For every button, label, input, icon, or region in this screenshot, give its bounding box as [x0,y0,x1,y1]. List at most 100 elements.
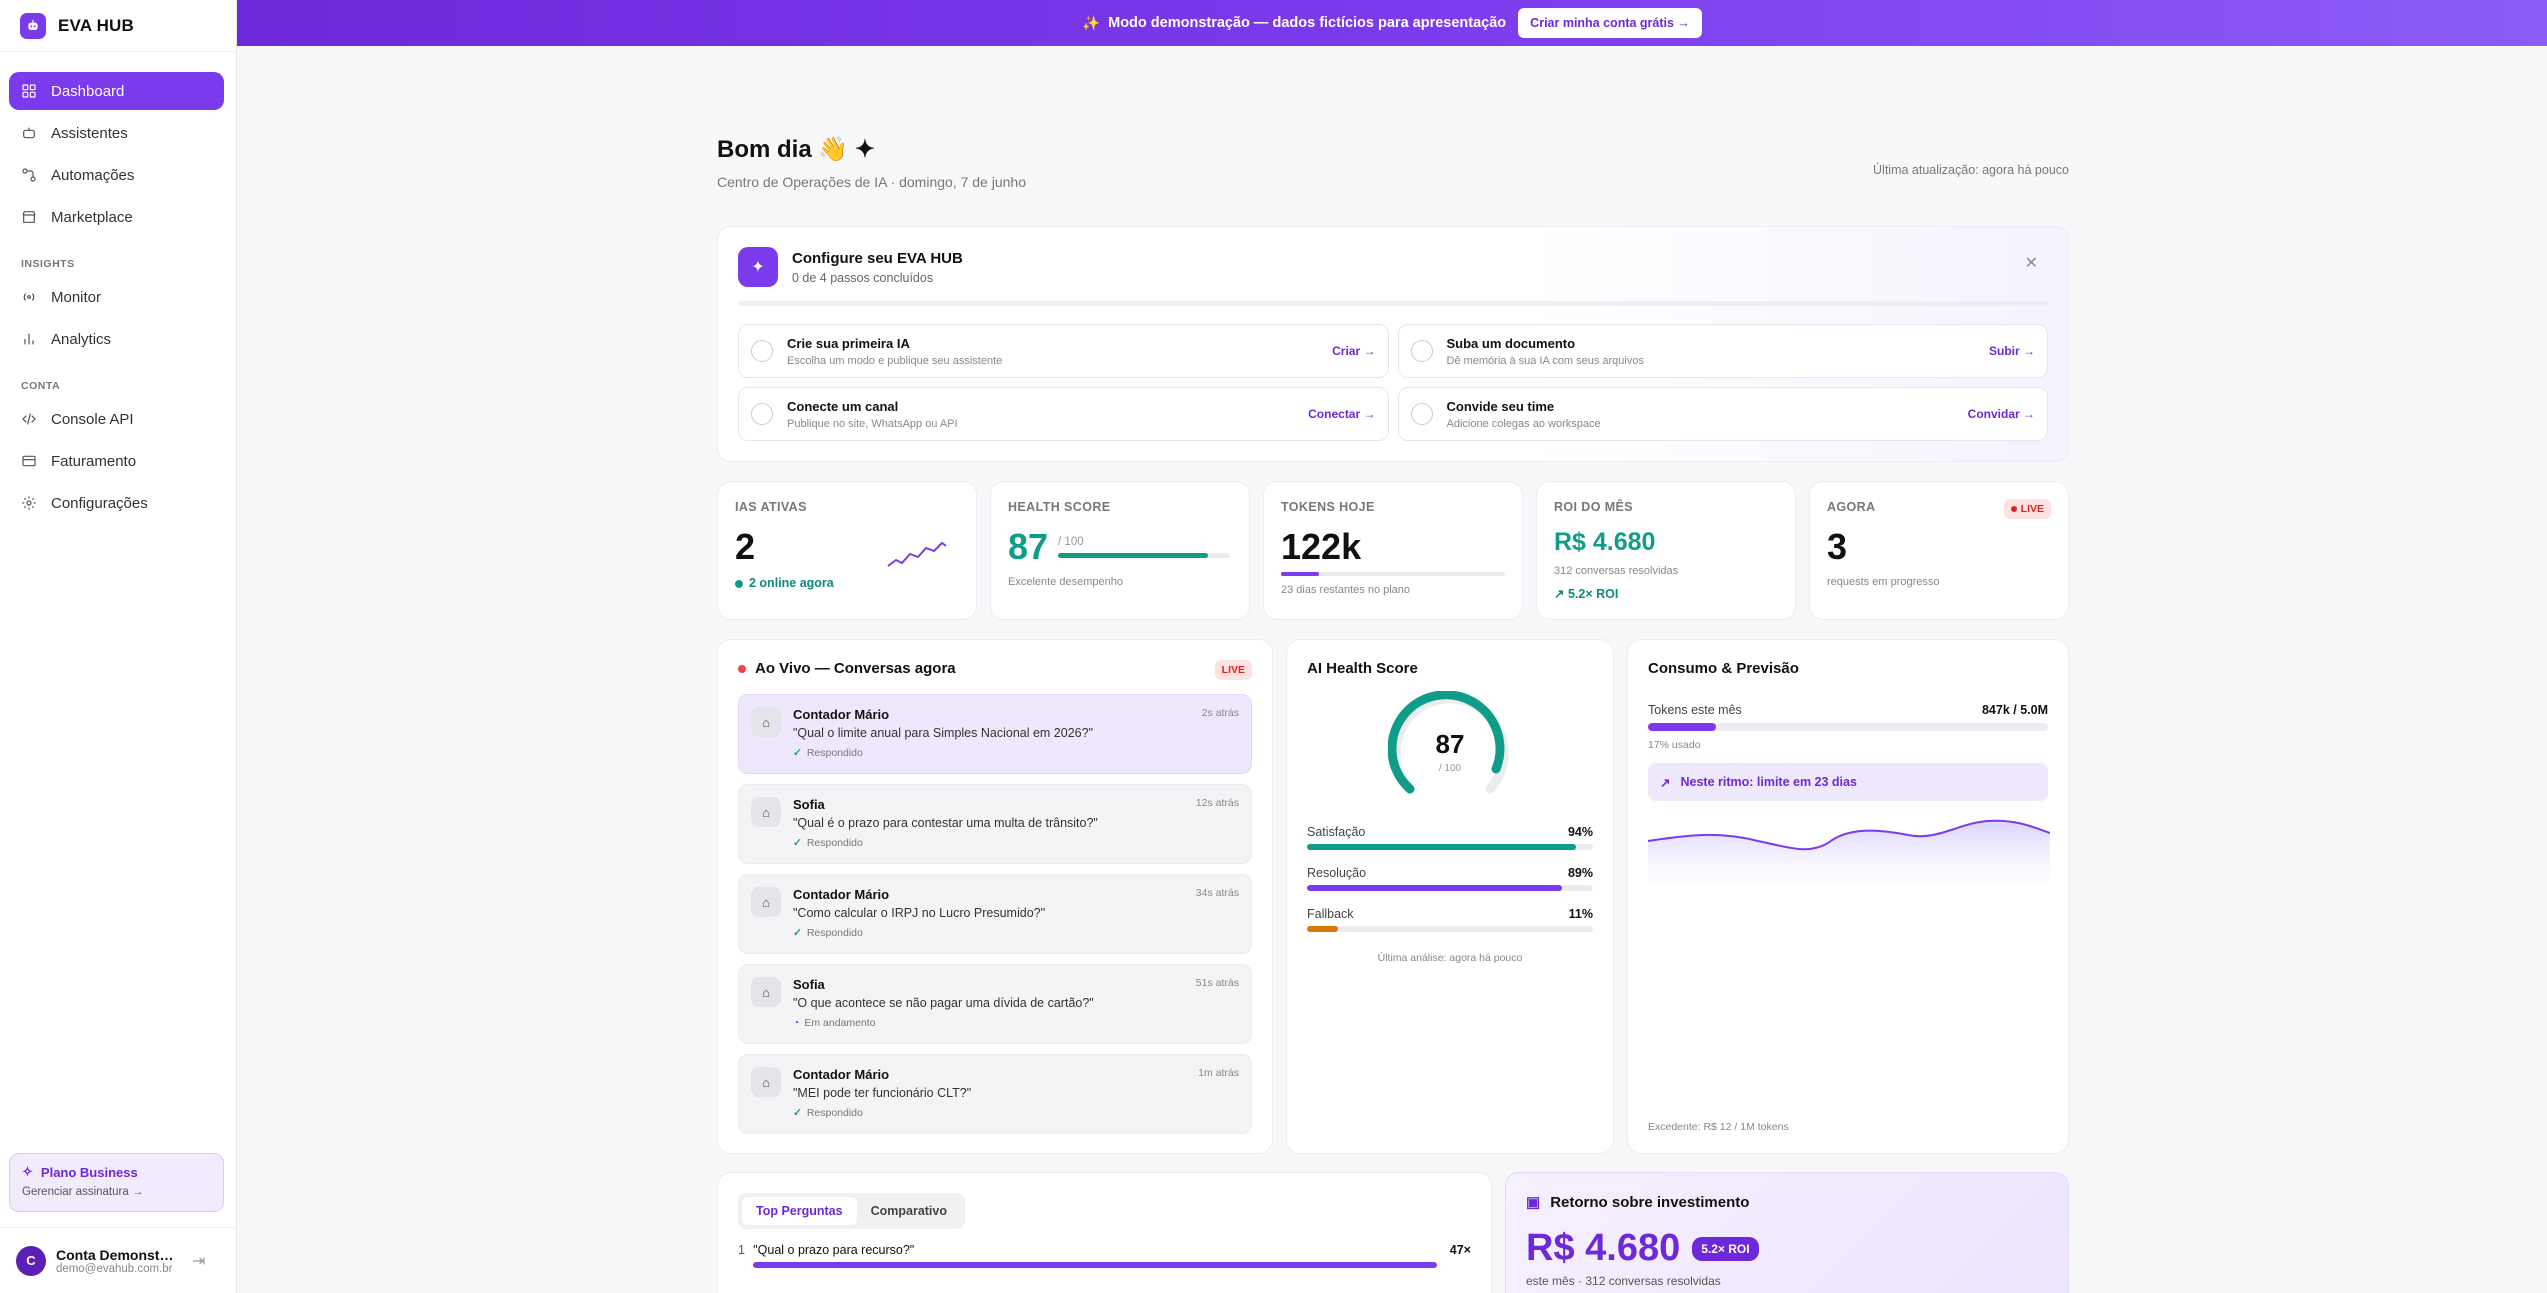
conversation-status: ✓ Respondido [793,747,1093,759]
last-updated: Última atualização: agora há pouco [1873,163,2069,177]
step-action-connect[interactable]: Conectar → [1308,407,1375,421]
usage-used: 17% usado [1648,739,1701,751]
code-icon [22,413,36,425]
conversation-item[interactable]: ⌂ Sofia "O que acontece se não pagar uma… [738,964,1252,1044]
tab-top-perguntas[interactable]: Top Perguntas [742,1197,857,1225]
usage-progress-track [1648,723,2048,731]
sidebar-item-configuracoes[interactable]: Configurações [9,484,224,522]
demo-banner: ✨ Modo demonstração — dados fictícios pa… [237,0,2547,46]
conversation-list: ⌂ Contador Mário "Qual o limite anual pa… [738,694,1252,1134]
conversation-time: 12s atrás [1195,797,1239,809]
conversation-question: "MEI pode ter funcionário CLT?" [793,1086,972,1100]
step-checkbox-icon[interactable] [1410,340,1433,362]
setup-step-connect-channel[interactable]: Conecte um canal Publique no site, Whats… [738,387,1389,441]
step-action-upload[interactable]: Subir → [1989,344,2035,358]
kpi-foot-text: 2 online agora [749,576,834,590]
roi-sub: este mês · 312 conversas resolvidas [1526,1274,1721,1288]
usage-trend-chart [1647,819,2051,885]
sparkline-icon [887,541,947,567]
brand-logo-icon [20,12,46,39]
kpi-foot: 312 conversas resolvidas [1554,565,1679,577]
live-conversations-card: Ao Vivo — Conversas agora LIVE ⌂ Contado… [717,639,1273,1154]
live-title: Ao Vivo — Conversas agora [755,660,956,677]
conversation-item[interactable]: ⌂ Contador Mário "MEI pode ter funcionár… [738,1054,1252,1134]
conversation-status: ✓ Respondido [793,1107,971,1119]
kpi-now[interactable]: AGORA LIVE 3 requests em progresso [1809,481,2069,620]
dashboard-row-2: Ao Vivo — Conversas agora LIVE ⌂ Contado… [717,639,2069,1154]
kpi-label: IAS ATIVAS [735,500,807,514]
live-badge: LIVE [2003,499,2051,519]
step-action-invite[interactable]: Convidar → [1968,407,2035,421]
kpi-value: 87 [1008,526,1049,567]
sidebar-item-marketplace[interactable]: Marketplace [9,198,224,236]
sidebar-item-analytics[interactable]: Analytics [9,320,224,358]
conversation-item[interactable]: ⌂ Sofia "Qual é o prazo para contestar u… [738,784,1252,864]
question-rank: 1 [738,1243,745,1257]
metric-fallback: Fallback 11% [1307,907,1593,932]
conversation-time: 51s atrás [1195,977,1239,989]
setup-step-create-ai[interactable]: Crie sua primeira IA Escolha um modo e p… [738,324,1389,378]
live-badge-text: LIVE [2020,503,2044,515]
question-bar [753,1262,1438,1268]
roi-value: R$ 4.680 [1526,1227,1681,1269]
step-desc: Escolha um modo e publique seu assistent… [787,354,1003,367]
sidebar-item-automacoes[interactable]: Automações [9,156,224,194]
sidebar-item-monitor[interactable]: Monitor [9,278,224,316]
step-title: Suba um documento [1446,335,1576,351]
setup-step-invite-team[interactable]: Convide seu time Adicione colegas ao wor… [1397,387,2048,441]
metric-value: 94% [1567,825,1593,839]
step-desc: Dê memória à sua IA com seus arquivos [1446,354,1644,367]
account-name: Conta Demonstração [56,1246,176,1263]
bot-icon: ⌂ [751,797,781,827]
logout-icon[interactable]: ⇥ [192,1251,205,1271]
step-title: Crie sua primeira IA [787,335,910,351]
step-action-create[interactable]: Criar → [1332,344,1375,358]
health-gauge: 87 / 100 [1307,691,1593,801]
gauge-max: / 100 [1439,763,1462,774]
health-progress-track [1058,553,1231,558]
kpi-row: IAS ATIVAS 2 2 online agora HEALTH SCORE… [717,481,2069,620]
metric-fill [1307,926,1339,932]
brand-name: EVA HUB [58,15,135,35]
conversation-item[interactable]: ⌂ Contador Mário "Como calcular o IRPJ n… [738,874,1252,954]
metric-label: Fallback [1307,907,1354,921]
gauge-svg: 87 / 100 [1388,691,1509,794]
kpi-health-score[interactable]: HEALTH SCORE 87 / 100 Excelente desempen… [990,481,1250,620]
metric-value: 11% [1568,907,1593,921]
question-row[interactable]: 1 "Qual o prazo para recurso?" 47× [738,1243,1471,1268]
conversation-status-text: Respondido [806,1107,863,1119]
step-checkbox-icon[interactable] [751,403,773,425]
brand[interactable]: EVA HUB [0,0,236,52]
close-icon[interactable]: ✕ [2025,253,2038,273]
manage-subscription-link[interactable]: Gerenciar assinatura → [22,1186,211,1198]
setup-steps: Crie sua primeira IA Escolha um modo e p… [718,306,2068,441]
sidebar-item-label: Monitor [51,288,102,306]
conversation-question: "Como calcular o IRPJ no Lucro Presumido… [793,906,1046,920]
sidebar-item-dashboard[interactable]: Dashboard [9,72,224,110]
tab-comparativo[interactable]: Comparativo [857,1197,961,1225]
step-checkbox-icon[interactable] [751,340,773,362]
conversation-status: ✓ Respondido [793,837,1098,849]
account-info: Conta Demonstração demo@evahub.com.br [56,1247,176,1275]
kpi-tokens-today[interactable]: TOKENS HOJE 122k 23 dias restantes no pl… [1263,481,1523,620]
sidebar-item-console-api[interactable]: Console API [9,400,224,438]
conversation-time: 1m atrás [1198,1067,1239,1079]
kpi-active-ais[interactable]: IAS ATIVAS 2 2 online agora [717,481,977,620]
store-icon [22,211,36,223]
workflow-icon [22,168,36,182]
avatar[interactable]: C [16,1245,46,1276]
conversation-item[interactable]: ⌂ Contador Mário "Qual o limite anual pa… [738,694,1252,774]
plan-card[interactable]: ✧ Plano Business Gerenciar assinatura → [9,1153,224,1212]
health-last-analysis: Última análise: agora há pouco [1377,952,1523,964]
sidebar-item-faturamento[interactable]: Faturamento [9,442,224,480]
grid-icon [22,84,36,98]
setup-step-upload-doc[interactable]: Suba um documento Dê memória à sua IA co… [1397,324,2048,378]
bot-icon: ⌂ [751,1067,781,1097]
roi-badge: 5.2× ROI [1692,1236,1759,1261]
credit-card-icon [22,455,36,467]
create-account-button[interactable]: Criar minha conta grátis → [1518,8,1702,38]
kpi-roi-month[interactable]: ROI DO MÊS R$ 4.680 312 conversas resolv… [1536,481,1796,620]
plan-title: ✧ Plano Business [22,1164,211,1180]
step-checkbox-icon[interactable] [1410,403,1433,425]
sidebar-item-assistentes[interactable]: Assistentes [9,114,224,152]
